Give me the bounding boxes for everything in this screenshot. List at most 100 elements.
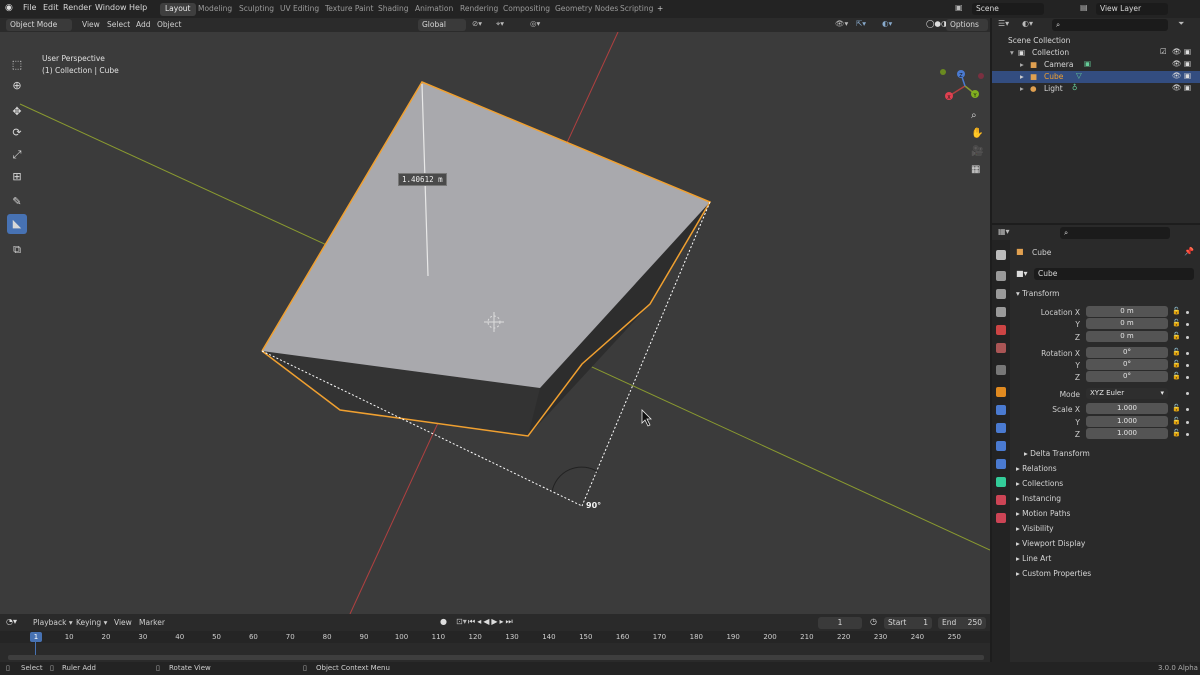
view-layer-selector[interactable]: View Layer <box>1096 3 1168 15</box>
tab-animation[interactable]: Animation <box>410 3 458 16</box>
keyframe-dot-icon[interactable] <box>1186 323 1189 326</box>
object-name-field[interactable]: Cube <box>1034 268 1194 280</box>
menu-timeline-view[interactable]: View <box>114 618 132 627</box>
tab-texture-paint[interactable]: Texture Paint <box>320 3 378 16</box>
menu-help[interactable]: Help <box>129 3 147 12</box>
navigation-gizmo[interactable]: Y X Z <box>935 64 990 108</box>
outliner-row-light[interactable]: ▸ ● Light ♁ 👁 ▣ <box>992 83 1200 95</box>
tab-compositing[interactable]: Compositing <box>498 3 555 16</box>
add-workspace-button[interactable]: + <box>652 3 668 16</box>
light-expand-icon[interactable]: ▸ <box>1020 84 1024 93</box>
transform-panel-header[interactable]: ▾ Transform <box>1016 289 1059 298</box>
constraints-tab-icon[interactable] <box>996 459 1006 469</box>
keyframe-dot-icon[interactable] <box>1186 408 1189 411</box>
properties-search-input[interactable]: ⌕ <box>1060 227 1170 239</box>
outliner-editor-icon[interactable]: ☰▾ <box>998 19 1009 28</box>
pan-hand-icon[interactable]: ✋ <box>971 128 983 139</box>
camera-eye-icon[interactable]: 👁 <box>1172 59 1182 68</box>
lock-icon[interactable]: 🔓 <box>1172 348 1181 356</box>
panel-visibility[interactable]: ▸ Visibility <box>1016 524 1054 533</box>
rotation-z-field[interactable]: 0° <box>1086 371 1168 382</box>
snap-icon[interactable]: ⌖▾ <box>496 19 504 29</box>
view-layer-icon[interactable]: ▤ <box>1080 3 1088 12</box>
keyframe-dot-icon[interactable] <box>1186 336 1189 339</box>
scene-selector[interactable]: Scene <box>972 3 1044 15</box>
cube-render-icon[interactable]: ▣ <box>1184 71 1191 80</box>
start-frame-field[interactable]: Start 1 <box>884 617 932 629</box>
end-frame-field[interactable]: End 250 <box>938 617 986 629</box>
view-layer-tab-icon[interactable] <box>996 307 1006 317</box>
scale-tool[interactable]: ⤢ <box>7 145 27 165</box>
panel-viewport-display[interactable]: ▸ Viewport Display <box>1016 539 1085 548</box>
menu-view[interactable]: View <box>82 20 100 29</box>
cube-mesh-icon[interactable]: ▽ <box>1076 71 1082 80</box>
lock-icon[interactable]: 🔓 <box>1172 372 1181 380</box>
lock-icon[interactable]: 🔓 <box>1172 332 1181 340</box>
scale-x-field[interactable]: 1.000 <box>1086 403 1168 414</box>
menu-file[interactable]: File <box>23 3 36 12</box>
modifier-tab-icon[interactable] <box>996 405 1006 415</box>
lock-icon[interactable]: 🔓 <box>1172 360 1181 368</box>
particles-tab-icon[interactable] <box>996 423 1006 433</box>
filter-icon[interactable]: ⏷ <box>1178 19 1184 29</box>
location-y-field[interactable]: 0 m <box>1086 318 1168 329</box>
camera-expand-icon[interactable]: ▸ <box>1020 60 1024 69</box>
annotate-tool[interactable]: ✎ <box>7 192 27 212</box>
lock-icon[interactable]: 🔓 <box>1172 429 1181 437</box>
world-tab-icon[interactable] <box>996 343 1006 353</box>
camera-data-icon[interactable]: ▣ <box>1084 59 1091 68</box>
select-box-tool[interactable]: ⬚ <box>7 55 27 75</box>
tab-layout[interactable]: Layout <box>160 3 196 16</box>
data-tab-icon[interactable] <box>996 477 1006 487</box>
light-render-icon[interactable]: ▣ <box>1184 83 1191 92</box>
location-z-field[interactable]: 0 m <box>1086 331 1168 342</box>
outliner-row-camera[interactable]: ▸ ■ Camera ▣ 👁 ▣ <box>992 59 1200 71</box>
tab-rendering[interactable]: Rendering <box>455 3 503 16</box>
orientation-selector[interactable]: Global <box>418 19 466 31</box>
lock-icon[interactable]: 🔓 <box>1172 404 1181 412</box>
cursor-tool[interactable]: ⊕ <box>7 76 27 96</box>
proportional-edit-icon[interactable]: ◎▾ <box>530 19 540 28</box>
tab-sculpting[interactable]: Sculpting <box>234 3 279 16</box>
tab-modeling[interactable]: Modeling <box>193 3 237 16</box>
collection-tab-icon[interactable] <box>996 365 1006 375</box>
properties-editor-icon[interactable]: ▦▾ <box>998 227 1010 236</box>
collection-eye-icon[interactable]: 👁 <box>1172 47 1182 56</box>
material-tab-icon[interactable] <box>996 495 1006 505</box>
menu-playback[interactable]: Playback ▾ <box>33 618 73 627</box>
panel-collections[interactable]: ▸ Collections <box>1016 479 1063 488</box>
scene-tab-icon[interactable] <box>996 325 1006 335</box>
current-frame-field[interactable]: 1 <box>818 617 862 629</box>
add-cube-tool[interactable]: ⧉ <box>7 240 27 260</box>
physics-tab-icon[interactable] <box>996 441 1006 451</box>
outliner-row-collection[interactable]: ▾ ▣ Collection ☑ 👁 ▣ <box>992 47 1200 59</box>
collection-checkbox-icon[interactable]: ☑ <box>1160 47 1167 56</box>
timeline-editor-icon[interactable]: ◔▾ <box>6 617 17 626</box>
location-x-field[interactable]: 0 m <box>1086 306 1168 317</box>
move-tool[interactable]: ✥ <box>7 102 27 122</box>
keyframe-dot-icon[interactable] <box>1186 352 1189 355</box>
scene-icon[interactable]: ▣ <box>955 3 963 12</box>
transform-tool[interactable]: ⊞ <box>7 167 27 187</box>
menu-object[interactable]: Object <box>157 20 181 29</box>
menu-add[interactable]: Add <box>136 20 151 29</box>
timeline-scrollbar[interactable] <box>8 655 984 660</box>
render-tab-icon[interactable] <box>996 271 1006 281</box>
collection-expand-icon[interactable]: ▾ <box>1010 48 1014 57</box>
tab-uv-editing[interactable]: UV Editing <box>275 3 324 16</box>
display-mode-icon[interactable]: ◐▾ <box>1022 19 1033 28</box>
object-data-icon[interactable]: ■▾ <box>1016 269 1028 278</box>
pivot-icon[interactable]: ⊘▾ <box>472 19 482 28</box>
tab-geometry-nodes[interactable]: Geometry Nodes <box>550 3 623 16</box>
zoom-icon[interactable]: ⌕ <box>971 110 977 121</box>
visibility-icon[interactable]: 👁▾ <box>835 19 848 28</box>
record-icon[interactable]: ● <box>440 617 447 626</box>
options-button[interactable]: Options <box>946 19 988 31</box>
texture-tab-icon[interactable] <box>996 513 1006 523</box>
keyframe-dot-icon[interactable] <box>1186 433 1189 436</box>
keyframe-dot-icon[interactable] <box>1186 311 1189 314</box>
playback-controls[interactable]: ⏮◂◀▶▸⏭ <box>468 617 515 627</box>
scale-y-field[interactable]: 1.000 <box>1086 416 1168 427</box>
panel-custom-properties[interactable]: ▸ Custom Properties <box>1016 569 1091 578</box>
panel-relations[interactable]: ▸ Relations <box>1016 464 1057 473</box>
